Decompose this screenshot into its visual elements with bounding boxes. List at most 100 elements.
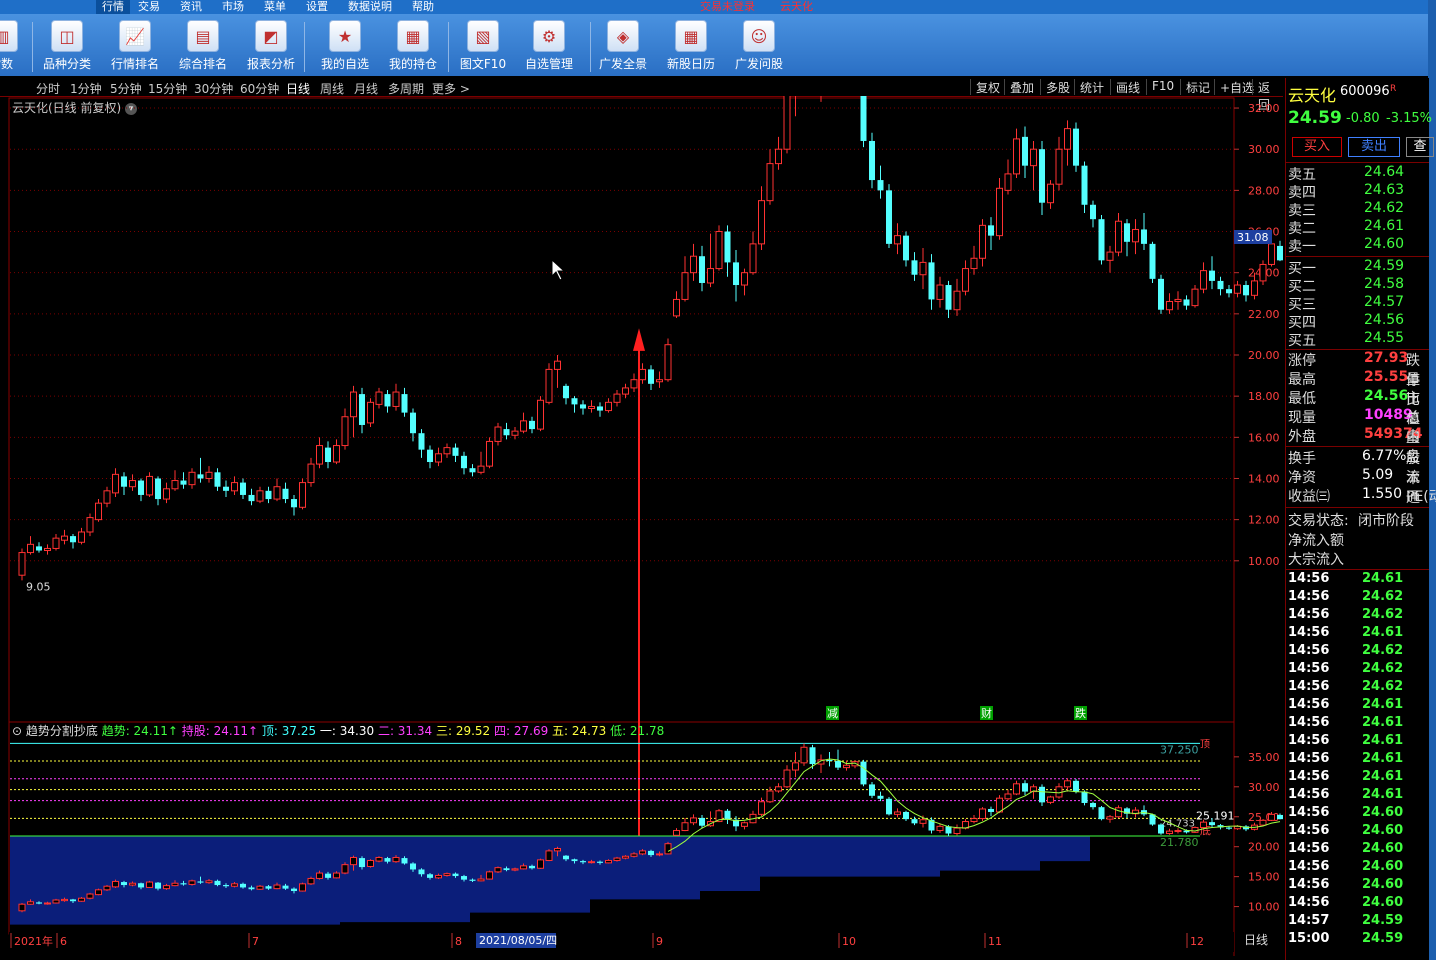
ask-label: 卖四 <box>1288 185 1316 201</box>
period-tab[interactable]: 30分钟 <box>194 80 233 97</box>
candle <box>639 363 646 384</box>
menu-item[interactable]: 市场 <box>222 0 244 14</box>
period-tab[interactable]: 分时 <box>36 80 60 97</box>
tick-price: 24.60 <box>1362 823 1404 838</box>
toolbar-button[interactable]: ◫ 品种分类 <box>40 20 94 72</box>
toolbar-button[interactable]: ★ 我的自选 <box>318 20 372 72</box>
menu-item[interactable]: 资讯 <box>180 0 202 14</box>
candle <box>375 387 383 409</box>
sell-button[interactable]: 卖出 <box>1348 137 1400 157</box>
period-tab[interactable]: 多周期 <box>388 80 424 97</box>
period-tab[interactable]: 60分钟 <box>240 80 279 97</box>
candle <box>1132 219 1139 255</box>
divider <box>1286 507 1429 508</box>
indicator-candle <box>664 841 672 855</box>
big-inflow-text: 大宗流入 <box>1288 552 1344 568</box>
toolbar-button[interactable]: ▦ 我的持仓 <box>386 20 440 72</box>
indicator-candle <box>494 866 502 874</box>
candle <box>103 486 111 508</box>
period-tab[interactable]: 月线 <box>354 80 378 97</box>
menu-item[interactable]: 帮助 <box>412 0 434 14</box>
toolbar-button[interactable]: ▤ 综合排名 <box>176 20 230 72</box>
indicator-mid-value: 24.733 <box>1160 819 1195 830</box>
indicator-candle <box>843 760 850 771</box>
period-tab[interactable]: 更多 > <box>432 80 470 97</box>
price-change: -0.80 <box>1346 111 1380 126</box>
chart-tool-button[interactable]: 标记 <box>1180 79 1215 95</box>
buy-button[interactable]: 买入 <box>1292 137 1342 157</box>
menu-item[interactable]: 设置 <box>306 0 328 14</box>
toolbar-icon: ▥ <box>0 20 18 52</box>
candle <box>1098 215 1105 265</box>
toolbar-button[interactable]: ▦ 新股日历 <box>664 20 718 72</box>
toolbar-button[interactable]: ▧ 图文F10 <box>458 20 508 72</box>
candle <box>282 482 289 504</box>
chart-tool-button[interactable]: 返回 <box>1252 79 1283 112</box>
indicator-candle <box>749 810 757 824</box>
kline-chart[interactable]: 36.0034.0032.0030.0028.0026.0024.0022.00… <box>0 96 1284 960</box>
toolbar-button[interactable]: ◈ 广发全景 <box>596 20 650 72</box>
menu-item[interactable]: 交易 <box>138 0 160 14</box>
toolbar-button[interactable]: ◩ 报表分析 <box>244 20 298 72</box>
chart-tool-button[interactable]: 画线 <box>1110 79 1145 95</box>
ask-row: 卖四 24.63 <box>1286 182 1429 201</box>
tick-price: 24.61 <box>1362 697 1404 712</box>
bid-price: 24.56 <box>1364 312 1405 328</box>
candle <box>1243 280 1249 302</box>
candle <box>945 280 952 318</box>
stat-row: 换手 6.77% 股本 <box>1286 448 1429 487</box>
period-tab[interactable]: 1分钟 <box>70 80 102 97</box>
candle <box>919 247 927 290</box>
indicator-candle <box>613 856 621 862</box>
candle <box>1073 122 1079 172</box>
indicator-candle <box>375 856 383 863</box>
candle <box>648 365 654 390</box>
period-tab[interactable]: 日线 <box>286 80 310 97</box>
indicator-candle <box>1106 814 1114 823</box>
tick-time: 14:56 <box>1288 787 1330 802</box>
candle <box>749 231 757 275</box>
tick-row: 14:56 24.61 <box>1286 751 1429 769</box>
menu-stock-name: 云天化 <box>780 0 813 13</box>
indicator-tick-label: 30.00 <box>1248 781 1280 794</box>
candle <box>401 387 408 417</box>
menu-item[interactable]: 数据说明 <box>348 0 392 14</box>
candle <box>256 486 264 504</box>
ask-label: 卖三 <box>1288 203 1316 219</box>
period-tab[interactable]: 15分钟 <box>148 80 187 97</box>
chart-tool-button[interactable]: 叠加 <box>1004 79 1039 95</box>
chart-tool-button[interactable]: 统计 <box>1074 79 1109 95</box>
candle <box>681 256 689 302</box>
stat-row: 涨停 27.93 跌停 <box>1286 350 1429 389</box>
chart-tool-button[interactable]: 复权 <box>970 79 1005 95</box>
candle <box>860 96 867 148</box>
indicator-candle <box>1191 826 1199 833</box>
price-tick-label: 14.00 <box>1248 472 1280 485</box>
candle <box>690 243 697 281</box>
toolbar-button[interactable]: ☺ 广发问股 <box>732 20 786 72</box>
period-tab[interactable]: 5分钟 <box>110 80 142 97</box>
menu-item[interactable]: 行情 <box>96 0 130 14</box>
candle <box>1004 159 1012 195</box>
candle <box>820 96 822 102</box>
menu-item[interactable]: 菜单 <box>264 0 286 14</box>
candle <box>775 136 782 170</box>
tick-price: 24.61 <box>1362 751 1404 766</box>
indicator-header: ⊙ 趋势分割抄底 趋势: 24.11↑ 持股: 24.11↑ 顶: 37.25 … <box>12 723 664 738</box>
toolbar-button[interactable]: 📈 行情排名 <box>108 20 162 72</box>
query-button[interactable]: 查 <box>1406 137 1434 157</box>
last-price: 24.59 <box>1288 108 1342 128</box>
candle <box>214 468 221 491</box>
tick-time: 14:56 <box>1288 823 1330 838</box>
tick-time: 14:56 <box>1288 679 1330 694</box>
candle <box>537 396 544 432</box>
candle <box>758 186 765 251</box>
toolbar-button[interactable]: ▥ 指数 <box>0 20 18 72</box>
chart-tool-button[interactable]: F10 <box>1146 79 1179 95</box>
tick-row: 14:56 24.61 <box>1286 571 1429 589</box>
period-tab[interactable]: 周线 <box>320 80 344 97</box>
toolbar-separator <box>590 22 591 72</box>
toolbar-button[interactable]: ⚙ 自选管理 <box>522 20 576 72</box>
chart-tool-button[interactable]: 多股 <box>1040 79 1075 95</box>
date-tick-label: 11 <box>988 935 1002 948</box>
